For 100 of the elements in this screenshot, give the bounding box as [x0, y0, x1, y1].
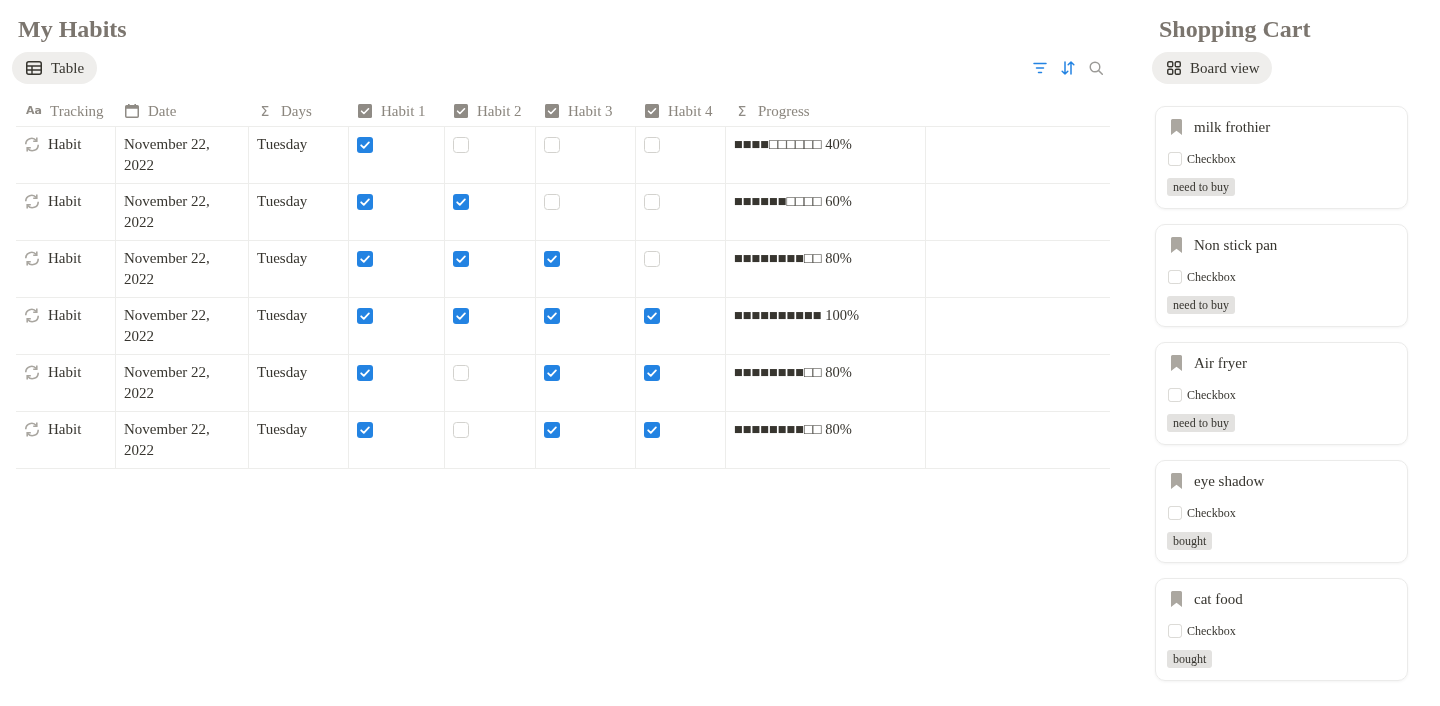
habit-name[interactable]: Habit	[48, 248, 82, 269]
checkbox[interactable]	[453, 251, 469, 267]
habit-name[interactable]: Habit	[48, 305, 82, 326]
bookmark-icon	[1171, 355, 1182, 371]
card-title: Non stick pan	[1194, 236, 1278, 255]
sort-icon[interactable]	[1061, 61, 1075, 75]
repeat-icon	[24, 365, 40, 380]
checkbox[interactable]	[1168, 506, 1182, 520]
progress-text: ■■■■■■■■□□ 80%	[734, 421, 852, 437]
card-title: milk frothier	[1194, 118, 1271, 137]
board-card[interactable]: cat food Checkbox bought	[1155, 578, 1408, 681]
checkbox[interactable]	[357, 194, 373, 210]
board-card[interactable]: Air fryer Checkbox need to buy	[1155, 342, 1408, 445]
grid-icon	[1167, 61, 1181, 75]
checkbox[interactable]	[644, 194, 660, 210]
search-icon[interactable]	[1089, 61, 1103, 75]
checkbox-icon	[645, 104, 659, 118]
bookmark-icon	[1171, 473, 1182, 489]
checkbox[interactable]	[357, 251, 373, 267]
checkbox[interactable]	[644, 137, 660, 153]
status-tag: need to buy	[1167, 414, 1235, 432]
column-header[interactable]: Progress	[758, 102, 810, 120]
repeat-icon	[24, 308, 40, 323]
card-title: cat food	[1194, 590, 1243, 609]
checkbox[interactable]	[644, 251, 660, 267]
checkbox[interactable]	[1168, 270, 1182, 284]
progress-text: ■■■■■■■■□□ 80%	[734, 250, 852, 266]
board-card[interactable]: milk frothier Checkbox need to buy	[1155, 106, 1408, 209]
progress-text: ■■■■□□□□□□ 40%	[734, 136, 852, 152]
checkbox[interactable]	[544, 422, 560, 438]
date-text: November 22, 2022	[124, 136, 210, 173]
checkbox[interactable]	[1168, 624, 1182, 638]
view-tab[interactable]: Board view	[1152, 52, 1272, 84]
progress-text: ■■■■■■■■■■ 100%	[734, 307, 860, 323]
column-header[interactable]: Habit 4	[668, 102, 713, 120]
repeat-icon	[24, 137, 40, 152]
checkbox[interactable]	[453, 137, 469, 153]
card-title: Air fryer	[1194, 354, 1247, 373]
status-tag: need to buy	[1167, 296, 1235, 314]
checkbox[interactable]	[544, 194, 560, 210]
column-header[interactable]: Habit 1	[381, 102, 426, 120]
status-tag: bought	[1167, 532, 1213, 550]
habit-name[interactable]: Habit	[48, 191, 82, 212]
checkbox-icon	[358, 104, 372, 118]
weekday-text: Tuesday	[257, 421, 308, 437]
filter-icon[interactable]	[1033, 62, 1047, 74]
page-title: My Habits	[18, 15, 127, 44]
checkbox-icon	[454, 104, 468, 118]
board-card[interactable]: eye shadow Checkbox bought	[1155, 460, 1408, 563]
checkbox[interactable]	[357, 308, 373, 324]
weekday-text: Tuesday	[257, 307, 308, 323]
view-tab[interactable]: Table	[12, 52, 98, 84]
checkbox[interactable]	[357, 422, 373, 438]
text-type-icon: Aa	[26, 96, 42, 126]
column-header[interactable]: Habit 3	[568, 102, 613, 120]
bookmark-icon	[1171, 591, 1182, 607]
sigma-icon: Σ	[257, 103, 273, 119]
checkbox[interactable]	[544, 137, 560, 153]
repeat-icon	[24, 251, 40, 266]
status-tag: bought	[1167, 650, 1213, 668]
checkbox[interactable]	[1168, 388, 1182, 402]
habit-name[interactable]: Habit	[48, 362, 82, 383]
column-header[interactable]: Tracking	[50, 102, 104, 120]
progress-text: ■■■■■■□□□□ 60%	[734, 193, 852, 209]
column-header[interactable]: Days	[281, 102, 312, 120]
column-header[interactable]: Habit 2	[477, 102, 522, 120]
checkbox[interactable]	[544, 365, 560, 381]
checkbox-label: Checkbox	[1187, 269, 1236, 285]
checkbox[interactable]	[453, 308, 469, 324]
board-card[interactable]: Non stick pan Checkbox need to buy	[1155, 224, 1408, 327]
checkbox[interactable]	[453, 194, 469, 210]
habit-name[interactable]: Habit	[48, 419, 82, 440]
checkbox[interactable]	[357, 365, 373, 381]
habit-name[interactable]: Habit	[48, 134, 82, 155]
weekday-text: Tuesday	[257, 250, 308, 266]
weekday-text: Tuesday	[257, 193, 308, 209]
checkbox[interactable]	[544, 251, 560, 267]
checkbox[interactable]	[453, 422, 469, 438]
checkbox[interactable]	[1168, 152, 1182, 166]
checkbox-label: Checkbox	[1187, 151, 1236, 167]
bookmark-icon	[1171, 119, 1182, 135]
checkbox-label: Checkbox	[1187, 623, 1236, 639]
bookmark-icon	[1171, 237, 1182, 253]
column-header[interactable]: Date	[148, 102, 177, 120]
checkbox[interactable]	[544, 308, 560, 324]
checkbox[interactable]	[357, 137, 373, 153]
calendar-icon	[125, 104, 139, 118]
checkbox[interactable]	[644, 308, 660, 324]
repeat-icon	[24, 422, 40, 437]
sigma-icon: Σ	[734, 103, 750, 119]
board-title: Shopping Cart	[1159, 15, 1311, 44]
checkbox[interactable]	[644, 365, 660, 381]
checkbox-label: Checkbox	[1187, 505, 1236, 521]
checkbox[interactable]	[644, 422, 660, 438]
date-text: November 22, 2022	[124, 307, 210, 344]
progress-text: ■■■■■■■■□□ 80%	[734, 364, 852, 380]
checkbox[interactable]	[453, 365, 469, 381]
table-icon	[26, 61, 42, 75]
date-text: November 22, 2022	[124, 421, 210, 458]
repeat-icon	[24, 194, 40, 209]
